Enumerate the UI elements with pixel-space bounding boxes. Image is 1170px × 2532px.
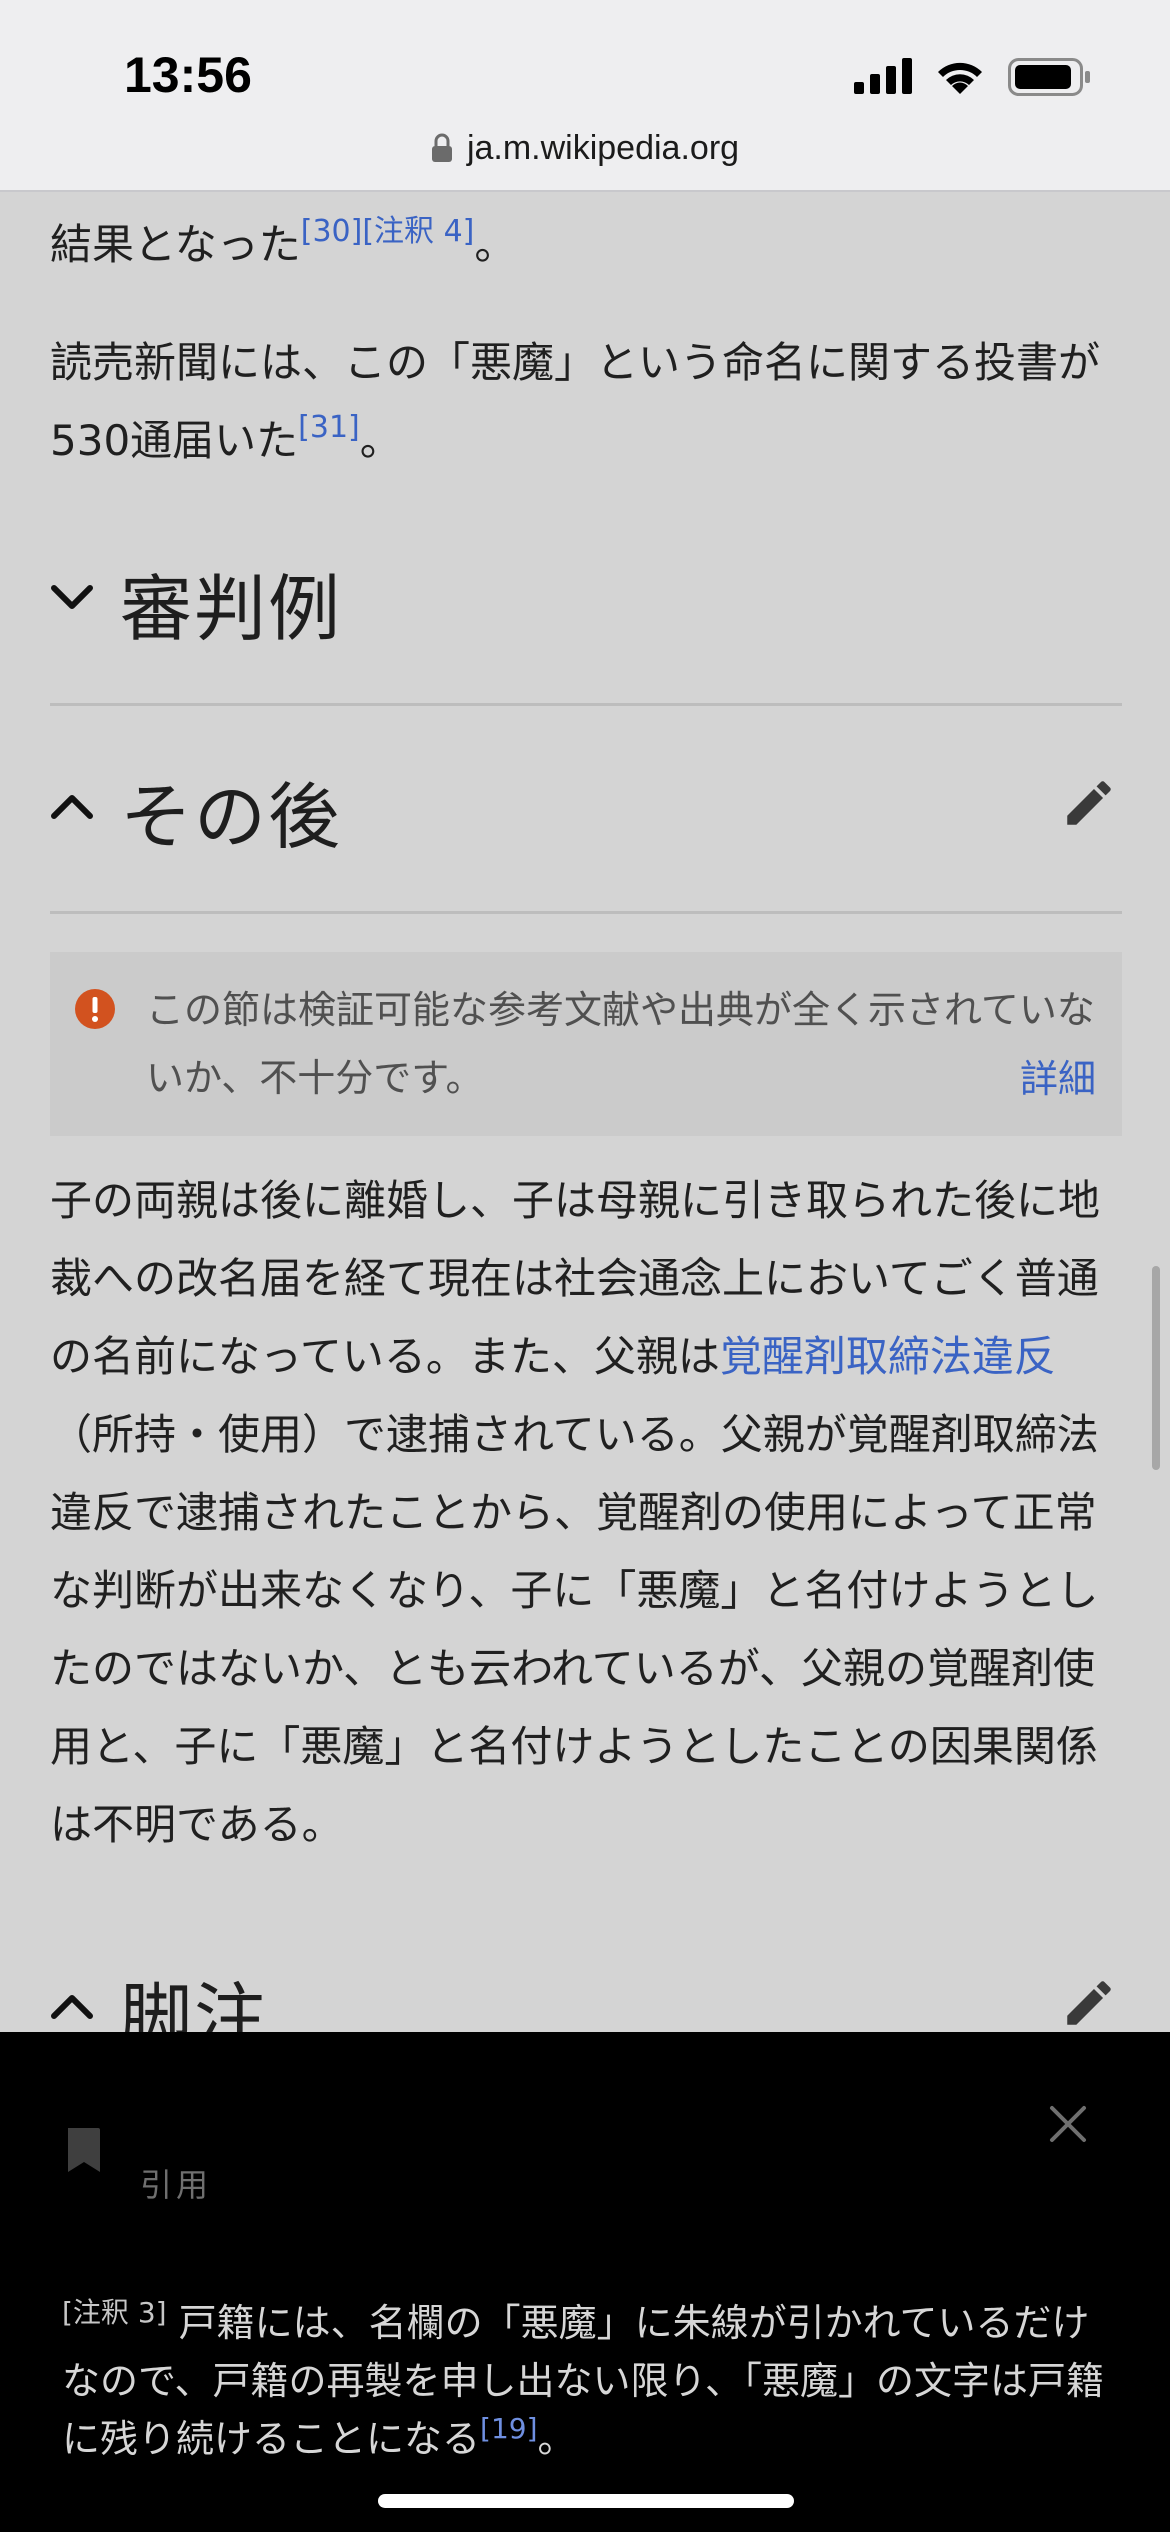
chevron-up-icon: [51, 1995, 93, 2019]
url-text: ja.m.wikipedia.org: [466, 128, 740, 167]
section-title-judgements: 審判例: [120, 567, 343, 651]
chevron-down-icon: [51, 585, 93, 609]
status-time: 13:56: [124, 47, 252, 103]
pencil-icon[interactable]: [1060, 774, 1118, 832]
citation-needed-notice: この節は検証可能な参考文献や出典が全く示されていないか、不十分です。 詳細: [50, 952, 1122, 1136]
section-header-aftermath[interactable]: その後: [50, 708, 1122, 914]
section-title-aftermath: その後: [120, 775, 343, 859]
scroll-indicator[interactable]: [1152, 1266, 1160, 1470]
article-content: 結果となった[30][注釈 4]。 読売新聞には、この「悪魔」という命名に関する…: [50, 192, 1122, 480]
note-mark: [注釈 3]: [62, 2296, 167, 2329]
cellular-signal-icon: [854, 58, 912, 94]
paragraph-aftermath: 子の両親は後に離婚し、子は母親に引き取られた後に地裁への改名届を経て現在は社会通…: [50, 1176, 1101, 1849]
battery-icon: [1008, 58, 1090, 96]
note-ref-4[interactable]: [注釈 4]: [362, 214, 474, 249]
url-bar[interactable]: ja.m.wikipedia.org: [0, 124, 1170, 172]
drawer-label: 引用: [140, 2166, 213, 2204]
link-stimulants-control-act[interactable]: 覚醒剤取締法違反: [720, 1332, 1056, 1381]
section-header-judgements[interactable]: 審判例: [50, 500, 1122, 706]
home-indicator[interactable]: [378, 2494, 794, 2508]
reference-31[interactable]: [31]: [298, 410, 360, 445]
warning-icon: [75, 989, 115, 1029]
paragraph-yomiuri: 読売新聞には、この「悪魔」という命名に関する投書が530通届いた[31]。: [50, 338, 1101, 465]
close-icon[interactable]: [1048, 2104, 1088, 2144]
status-bar: 13:56 ja.m.wikipedia.org: [0, 0, 1170, 192]
chevron-up-icon: [51, 795, 93, 819]
bookmark-icon: [68, 2128, 100, 2172]
reference-19[interactable]: [19]: [480, 2412, 537, 2445]
notice-details-link[interactable]: 詳細: [1020, 1048, 1096, 1103]
wifi-icon: [938, 62, 982, 94]
notice-text: この節は検証可能な参考文献や出典が全く示されていないか、不十分です。: [146, 988, 1095, 1100]
reference-drawer: 引用 [注釈 3] 戸籍には、名欄の「悪魔」に朱線が引かれているだけなので、戸籍…: [0, 2032, 1170, 2532]
lock-icon: [431, 133, 452, 162]
reference-30[interactable]: [30]: [301, 214, 363, 249]
footnote-text: [注釈 3] 戸籍には、名欄の「悪魔」に朱線が引かれているだけなので、戸籍の再製…: [62, 2296, 1104, 2462]
pencil-icon[interactable]: [1060, 1974, 1118, 2032]
paragraph-result: 結果となった[30][注釈 4]。: [50, 214, 517, 270]
